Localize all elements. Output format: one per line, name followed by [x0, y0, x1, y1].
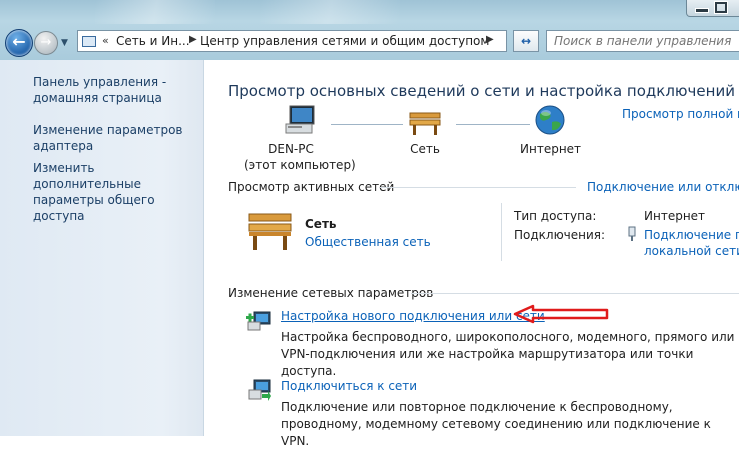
red-annotation-arrow	[513, 304, 609, 324]
setup-new-connection-link[interactable]: Настройка нового подключения или сети	[281, 309, 545, 323]
back-button[interactable]: ←	[5, 29, 33, 57]
connect-disconnect-link[interactable]: Подключение или отключе	[587, 180, 739, 194]
internet-label: Интернет	[520, 142, 582, 156]
sidebar-item-adapter-settings[interactable]: Изменение параметров адаптера	[33, 122, 198, 154]
page-title: Просмотр основных сведений о сети и наст…	[228, 82, 735, 100]
glass-reflection	[95, 0, 215, 24]
computer-caption: (этот компьютер)	[244, 158, 356, 172]
network-type-link[interactable]: Общественная сеть	[305, 235, 431, 249]
see-full-map-link[interactable]: Просмотр полной ка	[622, 107, 739, 121]
section-divider	[411, 293, 739, 294]
bench-network-icon[interactable]	[408, 110, 442, 136]
breadcrumb-separator-icon[interactable]: ▶	[486, 34, 494, 45]
connect-to-network-link[interactable]: Подключиться к сети	[281, 379, 417, 393]
public-network-bench-icon	[248, 213, 292, 250]
connect-to-network-icon	[248, 379, 271, 401]
lan-connection-link-line2[interactable]: локальной сети	[644, 244, 739, 258]
breadcrumb-overflow-icon[interactable]: «	[102, 34, 109, 47]
minimize-button[interactable]	[695, 8, 709, 13]
main-content: Просмотр основных сведений о сети и наст…	[204, 60, 739, 448]
recent-pages-dropdown[interactable]: ▼	[61, 38, 68, 48]
sidebar-item-control-panel-home[interactable]: Панель управления - домашняя страница	[33, 74, 198, 106]
setup-new-connection-description: Настройка беспроводного, широкополосного…	[281, 330, 735, 378]
sidebar: Панель управления - домашняя страница Из…	[0, 60, 204, 436]
section-divider	[380, 187, 576, 188]
vertical-divider	[501, 203, 502, 261]
new-connection-icon	[246, 311, 271, 331]
search-input[interactable]	[546, 30, 739, 52]
globe-icon[interactable]	[534, 104, 566, 136]
access-type-value: Интернет	[644, 209, 706, 223]
breadcrumb-network-center[interactable]: Центр управления сетями и общим доступом	[200, 34, 489, 48]
connect-to-network-description: Подключение или повторное подключение к …	[281, 400, 711, 448]
arrow-right-icon: →	[40, 35, 52, 50]
control-panel-icon	[82, 36, 96, 47]
sidebar-item-sharing-settings[interactable]: Изменить дополнительные параметры общего…	[33, 160, 198, 224]
active-networks-header: Просмотр активных сетей	[228, 180, 395, 194]
maximize-button[interactable]	[714, 1, 728, 14]
lan-connection-link-line1[interactable]: Подключение по	[644, 228, 739, 242]
ethernet-icon	[628, 226, 636, 241]
breadcrumb-network-internet[interactable]: Сеть и Ин...	[116, 34, 190, 48]
refresh-icon: ↔	[520, 34, 532, 48]
window-controls	[686, 0, 739, 17]
forward-button[interactable]: →	[34, 31, 58, 55]
access-type-label: Тип доступа:	[514, 209, 597, 223]
breadcrumb-separator-icon[interactable]: ▶	[189, 34, 197, 45]
arrow-left-icon: ←	[12, 32, 26, 51]
map-connection-line	[331, 124, 403, 125]
computer-name: DEN-PC	[268, 142, 314, 156]
connections-label: Подключения:	[514, 228, 606, 242]
active-network-name: Сеть	[305, 217, 337, 231]
refresh-button[interactable]: ↔	[513, 30, 539, 52]
window-toolbar: ← → ▼ « Сеть и Ин... ▶ Центр управления …	[0, 0, 739, 60]
network-label: Сеть	[410, 142, 440, 156]
glass-reflection	[260, 0, 400, 24]
address-bar[interactable]: « Сеть и Ин... ▶ Центр управления сетями…	[77, 30, 507, 52]
change-settings-header: Изменение сетевых параметров	[228, 286, 434, 300]
map-connection-line	[456, 124, 530, 125]
computer-icon	[285, 105, 315, 134]
